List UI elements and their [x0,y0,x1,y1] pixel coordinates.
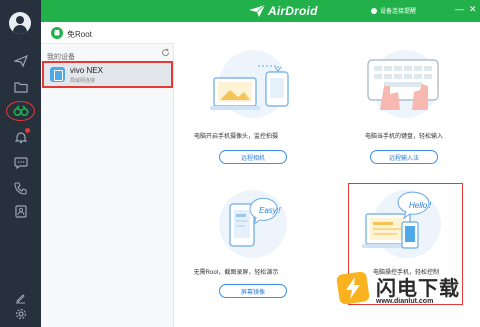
screen-mirror-button[interactable]: 屏幕镜像 [219,284,287,298]
close-button[interactable]: ✕ [469,4,477,14]
chat-icon[interactable] [8,152,33,174]
remote-input-button[interactable]: 远程输入法 [370,150,438,164]
user-avatar-icon[interactable] [9,12,31,34]
device-item-vivo-nex[interactable]: vivo NEX 局域网连接 [42,61,173,88]
easy-bubble-text: Easy！ [259,206,285,215]
remote-camera-illustration [210,50,289,118]
notification-dot [25,128,30,133]
phone-icon [50,67,65,82]
top-header: AirDroid 设备连接提醒 — ✕ [41,0,480,22]
contacts-icon[interactable] [8,200,33,222]
folder-icon[interactable] [8,76,33,98]
card-title-camera: 电脑开启手机摄像头，监控拍摄 [193,134,278,140]
binoculars-icon[interactable] [8,100,33,122]
remote-keyboard-illustration [367,50,439,118]
send-icon[interactable] [8,50,33,72]
watermark: 闪电下载 www.dianlut.com [336,270,480,320]
device-status: 局域网连接 [70,78,96,84]
airdroid-logo: AirDroid [249,4,318,18]
device-panel: 免Root 我的设备 [41,0,174,327]
card-title-keyboard: 电脑当手机的键盘，轻松输入 [364,134,443,140]
device-name: vivo NEX [70,66,103,75]
minimize-button[interactable]: — [455,4,464,14]
settings-icon[interactable] [8,303,33,325]
phone-call-icon[interactable] [8,177,33,199]
watermark-text: 闪电下载 [376,276,460,300]
icon-rail [0,0,41,327]
paper-plane-icon [249,5,265,17]
remote-camera-button[interactable]: 远程相机 [219,150,287,164]
status-dot-icon [371,8,377,14]
connection-status[interactable]: 设备连接提醒 [371,6,416,15]
root-mode-header[interactable]: 免Root [41,22,174,44]
refresh-icon[interactable] [161,48,170,57]
android-icon [51,27,63,39]
lightning-icon [346,277,360,299]
watermark-url: www.dianlut.com [376,298,434,305]
root-label: 免Root [67,30,92,39]
screen-mirror-illustration [219,190,287,258]
card-title-mirror: 无需Root，截图录屏，轻松演示 [193,270,279,276]
